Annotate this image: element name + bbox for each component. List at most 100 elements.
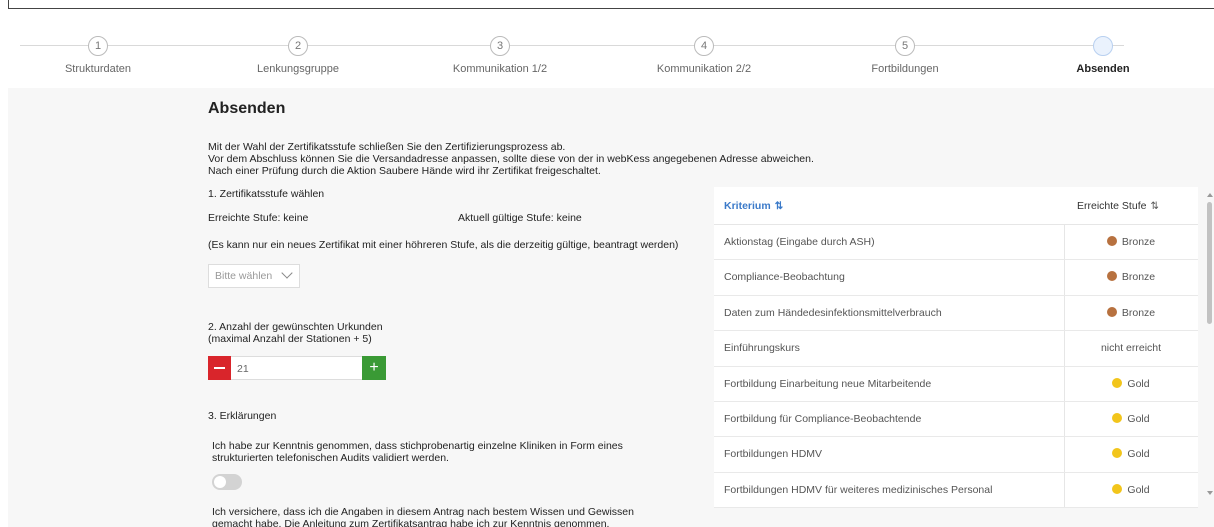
criterion-cell: Fortbildung Einarbeitung neue Mitarbeite…: [724, 377, 932, 390]
criteria-table: Kriterium ⇅ Erreichte Stufe ⇅ Aktionstag (…: [714, 187, 1198, 509]
step-label: Strukturdaten: [64, 63, 132, 75]
column-header-label: Erreichte Stufe: [1077, 200, 1147, 212]
step-number: 4: [694, 36, 714, 56]
certificate-quantity-stepper: 21 +: [208, 356, 388, 380]
statement-1-toggle[interactable]: [212, 474, 242, 490]
statement-line: gemacht habe. Die Anleitung zum Zertifik…: [212, 518, 610, 527]
step-fortbildungen[interactable]: 5 Fortbildungen: [825, 36, 985, 75]
level-note: (Es kann nur ein neues Zertifikat mit ei…: [208, 239, 679, 251]
step-current-indicator: [1093, 36, 1113, 56]
criterion-cell: Aktionstag (Eingabe durch ASH): [724, 236, 875, 248]
intro-line: Vor dem Abschluss können Sie die Versand…: [208, 153, 814, 165]
statement-line: Ich habe zur Kenntnis genommen, dass sti…: [212, 440, 623, 452]
table-row: Einführungskurs nicht erreicht: [714, 331, 1198, 367]
criterion-cell: Einführungskurs: [724, 342, 800, 355]
level-cell: Gold: [1064, 412, 1198, 425]
section-2-title: 2. Anzahl der gewünschten Urkunden: [208, 321, 383, 333]
bronze-dot-icon: [1106, 271, 1117, 282]
chrome-line: [8, 8, 1214, 9]
step-number: 2: [288, 36, 308, 56]
select-placeholder: Bitte wählen: [215, 270, 273, 282]
statement-1: Ich habe zur Kenntnis genommen, dass sti…: [212, 440, 623, 464]
level-cell: Bronze: [1064, 271, 1198, 283]
section-2-label: 2. Anzahl der gewünschten Urkunden (maxi…: [208, 321, 383, 345]
criterion-cell: Fortbildungen HDMV: [724, 448, 823, 461]
statement-line: Ich versichere, dass ich die Angaben in …: [212, 506, 634, 518]
column-header-criterion[interactable]: Kriterium ⇅: [724, 200, 783, 212]
level-label: nicht erreicht: [1100, 342, 1162, 355]
wizard-stepper: 1 Strukturdaten 2 Lenkungsgruppe 3 Kommu…: [0, 30, 1214, 88]
column-header-level[interactable]: Erreichte Stufe ⇅: [1077, 200, 1159, 212]
scroll-down-icon[interactable]: [1207, 491, 1213, 495]
step-number: 3: [490, 36, 510, 56]
chevron-down-icon: [281, 267, 293, 279]
level-label: Gold: [1127, 448, 1150, 461]
bronze-dot-icon: [1106, 306, 1117, 317]
current-level-text: Aktuell gültige Stufe: keine: [458, 212, 582, 224]
step-label: Fortbildungen: [871, 63, 939, 75]
step-number: 5: [895, 36, 915, 56]
level-cell: Bronze: [1064, 306, 1198, 319]
step-kommunikation-2[interactable]: 4 Kommunikation 2/2: [624, 36, 784, 75]
top-chrome: [0, 0, 1214, 10]
table-row: Daten zum Händedesinfektionsmittelverbra…: [714, 296, 1198, 332]
table-row: Fortbildung für Compliance-Beobachtende …: [714, 402, 1198, 438]
criterion-cell: Fortbildung für Compliance-Beobachtende: [724, 412, 922, 425]
section-1-label: 1. Zertifikatsstufe wählen: [208, 188, 325, 200]
level-label: Gold: [1127, 377, 1150, 390]
reached-level-text: Erreichte Stufe: keine: [208, 212, 309, 224]
level-cell: nicht erreicht: [1064, 342, 1198, 354]
gold-dot-icon: [1112, 483, 1123, 494]
scroll-thumb[interactable]: [1207, 202, 1212, 324]
column-header-label: Kriterium: [724, 200, 771, 212]
section-3-label: 3. Erklärungen: [208, 410, 277, 422]
step-label: Kommunikation 2/2: [656, 63, 752, 75]
scroll-up-icon[interactable]: [1207, 193, 1213, 197]
page-title: Absenden: [208, 100, 286, 117]
table-row: Fortbildungen HDMV für weiteres medizini…: [714, 473, 1198, 509]
criterion-cell: Fortbildungen HDMV für weiteres medizini…: [724, 483, 993, 496]
level-select[interactable]: Bitte wählen: [208, 264, 300, 288]
table-row: Fortbildung Einarbeitung neue Mitarbeite…: [714, 367, 1198, 402]
section-2-hint: (maximal Anzahl der Stationen + 5): [208, 333, 372, 345]
level-label: Bronze: [1121, 306, 1156, 319]
intro-text: Mit der Wahl der Zertifikatsstufe schlie…: [208, 141, 814, 177]
sort-icon: ⇅: [1150, 201, 1159, 212]
intro-line: Mit der Wahl der Zertifikatsstufe schlie…: [208, 141, 566, 153]
level-cell: Gold: [1064, 483, 1198, 496]
criterion-cell: Daten zum Händedesinfektionsmittelverbra…: [724, 306, 942, 319]
step-label: Kommunikation 1/2: [452, 63, 548, 75]
level-label: Gold: [1127, 412, 1150, 425]
increment-button[interactable]: +: [362, 356, 386, 380]
step-number: 1: [88, 36, 108, 56]
table-scrollbar[interactable]: [1205, 188, 1214, 500]
quantity-input[interactable]: 21: [231, 356, 362, 380]
step-kommunikation-1[interactable]: 3 Kommunikation 1/2: [420, 36, 580, 75]
statement-line: strukturierten telefonischen Audits vali…: [212, 452, 449, 464]
level-cell: Bronze: [1064, 236, 1198, 248]
bronze-dot-icon: [1106, 236, 1117, 246]
step-absenden[interactable]: Absenden: [1023, 36, 1183, 75]
level-cell: Gold: [1064, 377, 1198, 390]
sort-ascending-icon: ⇅: [774, 201, 784, 212]
main-content: Absenden Mit der Wahl der Zertifikatsstu…: [8, 88, 1214, 527]
criterion-cell: Compliance-Beobachtung: [724, 271, 845, 284]
level-label: Bronze: [1121, 271, 1156, 284]
intro-line: Nach einer Prüfung durch die Aktion Saub…: [208, 165, 601, 177]
gold-dot-icon: [1112, 377, 1123, 388]
decrement-button[interactable]: [208, 356, 231, 380]
gold-dot-icon: [1112, 448, 1123, 459]
gold-dot-icon: [1112, 412, 1123, 423]
step-label: Lenkungsgruppe: [257, 63, 339, 75]
table-header: Kriterium ⇅ Erreichte Stufe ⇅: [714, 187, 1198, 225]
table-row: Aktionstag (Eingabe durch ASH) Bronze: [714, 225, 1198, 261]
table-row: Fortbildungen HDMV Gold: [714, 437, 1198, 473]
level-cell: Gold: [1064, 448, 1198, 460]
table-row: Compliance-Beobachtung Bronze: [714, 260, 1198, 296]
step-strukturdaten[interactable]: 1 Strukturdaten: [18, 36, 178, 75]
level-label: Gold: [1127, 483, 1150, 496]
step-lenkungsgruppe[interactable]: 2 Lenkungsgruppe: [218, 36, 378, 75]
statement-2: Ich versichere, dass ich die Angaben in …: [212, 506, 634, 527]
step-label: Absenden: [1076, 63, 1130, 75]
level-label: Bronze: [1121, 236, 1156, 248]
